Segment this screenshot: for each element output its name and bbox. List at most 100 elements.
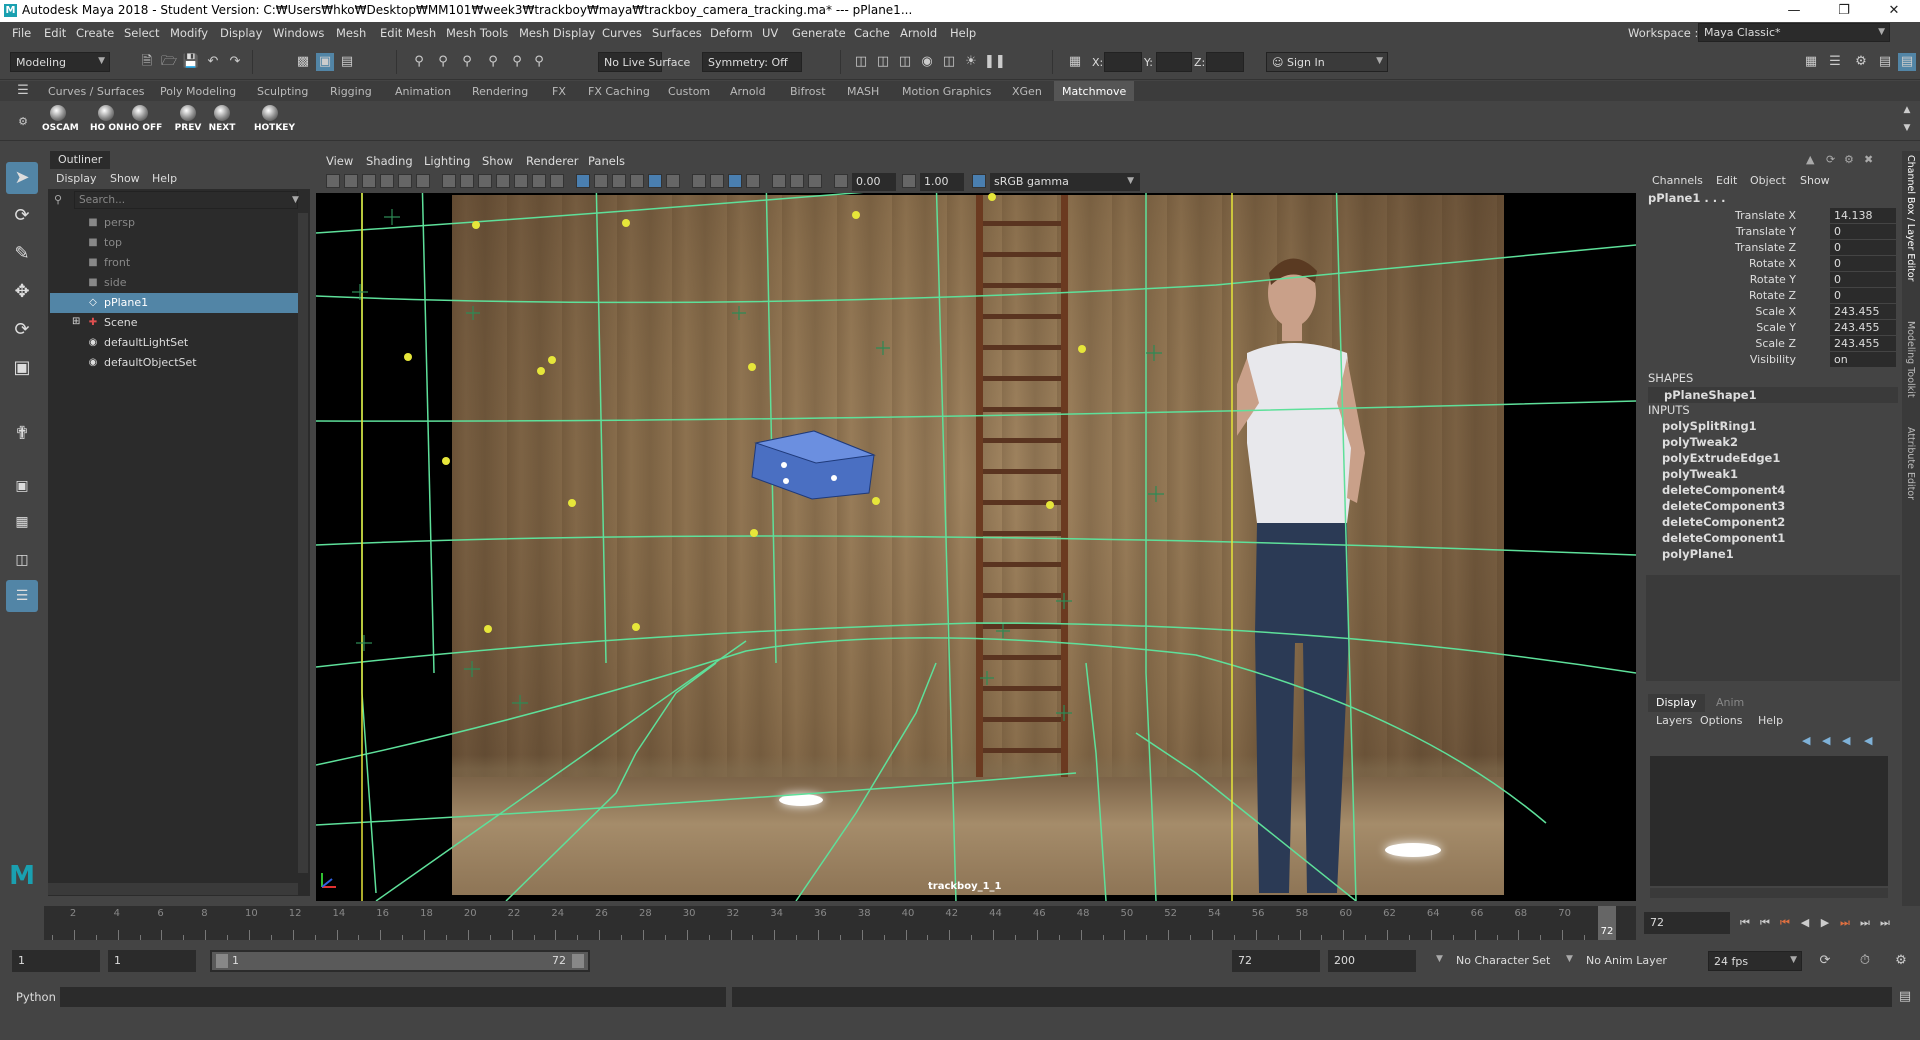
move-layer-up-icon[interactable]: ◀ [1802,734,1810,747]
image-plane-icon[interactable] [380,174,394,188]
step-forward-key-icon[interactable]: ⏭ [1836,914,1854,932]
shelf-tab[interactable]: Poly Modeling [160,85,236,98]
snap-grid-icon[interactable]: ⚲ [410,53,428,71]
shelf-tab[interactable]: Bifrost [790,85,826,98]
outliner-vertical-scrollbar[interactable] [298,213,308,873]
outliner-item-scene[interactable]: ⊞ ✚ Scene [50,313,298,333]
shelf-tab[interactable]: Custom [668,85,710,98]
channel-menu-edit[interactable]: Edit [1716,174,1737,187]
x-field[interactable] [1104,52,1142,72]
menu-arnold[interactable]: Arnold [900,26,937,40]
ho-on-button[interactable]: HO ON [90,103,124,139]
rotate-tool-icon[interactable]: ⟳ [6,314,38,346]
side-tab-modeling-toolkit[interactable]: Modeling Toolkit [1905,321,1916,398]
select-tool-icon[interactable]: ➤ [6,162,38,194]
loop-playback-icon[interactable]: ⟳ [1816,952,1834,970]
channel-box-close-icon[interactable]: ✖ [1864,153,1873,166]
range-slider-handle[interactable]: 1 72 [212,952,588,970]
select-object-icon[interactable]: ▣ [316,53,334,71]
channel-scale-y[interactable]: Scale Y 243.455 [1646,320,1900,336]
viewport-menu-shading[interactable]: Shading [366,154,413,168]
shelf-tab[interactable]: Motion Graphics [902,85,991,98]
current-time-field[interactable]: 72 [1644,912,1730,934]
light-editor-icon[interactable]: ☀ [962,53,980,71]
channel-rotate-y[interactable]: Rotate Y 0 [1646,272,1900,288]
anti-aliasing-icon[interactable] [728,174,742,188]
perspective-viewport[interactable]: trackboy_1_1 [316,193,1636,901]
channel-box-restore-icon[interactable]: ⟳ [1826,153,1835,166]
step-forward-icon[interactable]: ⏭ [1856,914,1874,932]
channel-value[interactable]: 243.455 [1830,336,1896,351]
channel-box-icon[interactable]: ▤ [1876,53,1894,71]
z-field[interactable] [1206,52,1244,72]
snap-curve-icon[interactable]: ⚲ [434,53,452,71]
go-to-start-icon[interactable]: ⏮ [1736,914,1754,932]
field-chart-icon[interactable] [514,174,528,188]
menu-select[interactable]: Select [124,26,159,40]
chevron-down-icon[interactable]: ▼ [292,195,299,205]
input-node[interactable]: deleteComponent2 [1662,515,1785,529]
channel-menu-channels[interactable]: Channels [1652,174,1703,187]
viewport-menu-show[interactable]: Show [482,154,513,168]
menu-create[interactable]: Create [76,26,114,40]
menu-modify[interactable]: Modify [170,26,208,40]
step-back-key-icon[interactable]: ⏮ [1776,914,1794,932]
layer-editor-icon[interactable]: ▤ [1898,53,1916,71]
symmetry-dropdown[interactable]: Symmetry: Off [702,52,802,72]
animation-preferences-icon[interactable]: ⚙ [1892,952,1910,970]
safe-action-icon[interactable] [532,174,546,188]
side-tab-attribute-editor[interactable]: Attribute Editor [1905,427,1916,500]
shelf-settings-icon[interactable]: ⚙ [14,113,32,131]
outliner-menu-display[interactable]: Display [56,172,97,185]
move-tool-icon[interactable]: ✥ [6,276,38,308]
move-layer-down-icon[interactable]: ◀ [1822,734,1830,747]
four-view-layout-icon[interactable]: ▦ [6,506,38,538]
camera-attributes-icon[interactable] [344,174,358,188]
menu-generate[interactable]: Generate [792,26,846,40]
layer-menu-help[interactable]: Help [1758,714,1783,727]
animation-start-field[interactable]: 1 [12,950,100,972]
shelf-scroll-up-icon[interactable]: ▲ [1898,101,1916,119]
outliner-item-defaultlightset[interactable]: ◉ defaultLightSet [50,333,298,353]
hypershade-icon[interactable]: ◉ [918,53,936,71]
menu-curves[interactable]: Curves [602,26,642,40]
menu-cache[interactable]: Cache [854,26,890,40]
input-node[interactable]: polyExtrudeEdge1 [1662,451,1780,465]
motion-blur-icon[interactable] [710,174,724,188]
input-node[interactable]: polySplitRing1 [1662,419,1757,433]
range-start-grip[interactable] [216,954,228,968]
channel-value[interactable]: 0 [1830,256,1896,271]
play-backwards-icon[interactable]: ◀ [1796,914,1814,932]
safe-title-icon[interactable] [550,174,564,188]
use-all-lights-icon[interactable] [648,174,662,188]
channel-value[interactable]: 243.455 [1830,304,1896,319]
channel-box-pin-icon[interactable]: ▲ [1806,153,1814,166]
outliner-tab[interactable]: Outliner [50,151,111,169]
save-scene-icon[interactable]: 💾 [182,53,200,71]
new-scene-icon[interactable]: 🗎 [138,53,156,71]
time-slider[interactable]: 2 4 6 8 10 12 14 16 18 20 22 24 26 28 30 32 34 36 38 40 42 44… [44,906,1636,940]
exposure-icon[interactable] [834,174,848,188]
attribute-editor-icon[interactable]: ☰ [1826,53,1844,71]
snap-surface-icon[interactable]: ⚲ [508,53,526,71]
expand-icon[interactable]: ⊞ [72,316,80,327]
film-gate-icon[interactable] [460,174,474,188]
input-node[interactable]: polyPlane1 [1662,547,1734,561]
auto-key-icon[interactable]: ⏱ [1856,952,1874,970]
2d-pan-zoom-icon[interactable] [398,174,412,188]
channel-value[interactable]: 0 [1830,272,1896,287]
hotkey-button[interactable]: HOTKEY [254,103,295,139]
play-forwards-icon[interactable]: ▶ [1816,914,1834,932]
outliner-item-persp[interactable]: ■ persp [50,213,298,233]
shelf-tab[interactable]: FX [552,85,566,98]
outliner-item-top[interactable]: ■ top [50,233,298,253]
layer-horizontal-scrollbar[interactable] [1650,888,1888,898]
input-node[interactable]: polyTweak2 [1662,435,1738,449]
outliner-menu-help[interactable]: Help [152,172,177,185]
menu-mesh[interactable]: Mesh [336,26,366,40]
new-empty-layer-icon[interactable]: ◀ [1842,734,1850,747]
resolution-gate-icon[interactable] [478,174,492,188]
sign-in-button[interactable]: ☺ Sign In ▼ [1266,52,1388,72]
select-hierarchy-icon[interactable]: ▩ [294,53,312,71]
ipr-render-icon[interactable]: ◫ [874,53,892,71]
